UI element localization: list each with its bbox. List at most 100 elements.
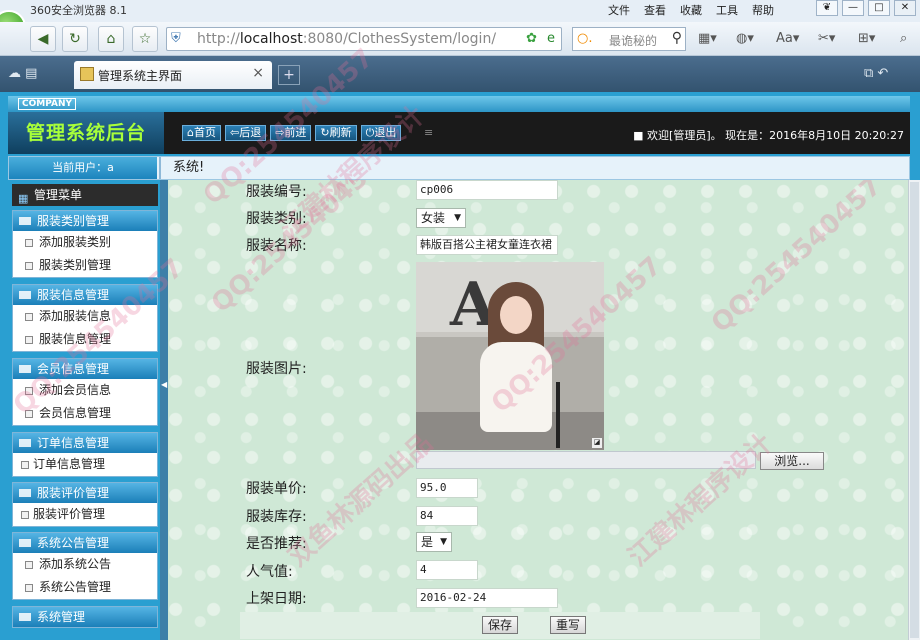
translate-icon[interactable]: Aa▾ [776,31,799,46]
recommend-label: 是否推荐: [246,536,307,552]
recommend-select[interactable]: 是 ▼ [416,532,452,552]
sidebar-item-manage-order[interactable]: 订单信息管理 [13,453,157,476]
file-path-field[interactable] [416,451,756,469]
close-window-button[interactable]: ✕ [894,0,916,16]
group-title[interactable]: 系统管理 [13,607,157,627]
group-icon [19,489,31,497]
engine-icon[interactable]: e [547,31,555,46]
doc-icon [25,410,33,418]
sidebar-item-add-member[interactable]: 添加会员信息 [13,379,157,402]
skin-button[interactable]: ❦ [816,0,838,16]
group-icon [19,439,31,447]
home-button[interactable]: ⌂ [98,26,124,52]
favorite-button[interactable]: ☆ [132,26,158,52]
screenshot-icon[interactable]: ✂▾ [818,31,835,46]
watermark: QQ:254540457 [705,180,888,339]
date-field[interactable]: 2016-02-24 [416,588,558,608]
shield-extension-icon[interactable]: ◍▾ [736,31,754,46]
image-label: 服装图片: [246,361,307,377]
browse-button[interactable]: 浏览... [760,452,824,470]
scrollbar-thumb[interactable] [910,182,919,638]
group-title[interactable]: 系统公告管理 [13,533,157,553]
vertical-scrollbar[interactable] [908,180,920,640]
address-bar[interactable]: ⛨ http://localhost:8080/ClothesSystem/lo… [166,27,562,51]
group-title[interactable]: 订单信息管理 [13,433,157,453]
group-title[interactable]: 会员信息管理 [13,359,157,379]
maximize-button[interactable]: □ [868,0,890,16]
sidebar-item-add-notice[interactable]: 添加系统公告 [13,553,157,576]
search-input[interactable]: 最诡秘的 [609,32,657,49]
home-nav-button[interactable]: ⌂首页 [182,125,221,141]
address-url[interactable]: http://localhost:8080/ClothesSystem/logi… [197,31,496,47]
sidebar-item-manage-category[interactable]: 服装类别管理 [13,254,157,277]
chevron-down-icon: ▼ [440,537,447,547]
code-field[interactable]: cp006 [416,180,558,200]
browser-menubar: 文件 查看 收藏 工具 帮助 [608,2,774,18]
refresh-icon: ↻ [69,31,81,47]
menu-view[interactable]: 查看 [644,2,666,18]
back-nav-button[interactable]: ⇦后退 [224,125,267,141]
stock-label: 服装库存: [246,509,307,525]
compat-mode-icon[interactable]: ✿ [526,31,537,46]
menu-tools[interactable]: 工具 [716,2,738,18]
logout-button[interactable]: ⏻退出 [360,125,402,141]
search-engine-icon[interactable]: ○. [577,31,592,46]
group-icon [19,365,31,373]
apps-icon[interactable]: ▦▾ [698,31,717,46]
refresh-button[interactable]: ↻ [62,26,88,52]
sidebar-item-add-category[interactable]: 添加服装类别 [13,231,157,254]
group-title[interactable]: 服装类别管理 [13,211,157,231]
header-separator: ≡ [424,126,434,139]
price-field[interactable]: 95.0 [416,478,478,498]
header-toolbar: ⌂首页 ⇦后退 ⇨前进 ↻刷新 ⏻退出 [182,125,402,141]
save-button[interactable]: 保存 [482,616,518,634]
minimize-button[interactable]: — [842,0,864,16]
refresh-nav-button[interactable]: ↻刷新 [315,125,357,141]
sidebar-item-manage-clothes[interactable]: 服装信息管理 [13,328,157,351]
doc-icon [25,336,33,344]
sidebar-item-manage-member[interactable]: 会员信息管理 [13,402,157,425]
popularity-label: 人气值: [246,564,293,580]
menu-favorites[interactable]: 收藏 [680,2,702,18]
more-icon[interactable]: ⌕ [900,31,907,46]
cloud-icon[interactable]: ☁ ▤ [8,66,37,81]
category-select[interactable]: 女装 ▼ [416,208,466,228]
banner-strip: COMPANY [8,96,910,112]
sidebar-item-manage-review[interactable]: 服装评价管理 [13,503,157,526]
game-icon[interactable]: ⊞▾ [858,31,875,46]
group-member-info: 会员信息管理 添加会员信息 会员信息管理 [12,358,158,426]
doc-icon [25,239,33,247]
group-title[interactable]: 服装信息管理 [13,285,157,305]
menu-title: ▦ 管理菜单 [12,184,158,206]
date-label: 上架日期: [246,591,307,607]
tab-admin-main[interactable]: 管理系统主界面 × [74,61,272,89]
collapse-arrow-icon[interactable]: ◀ [161,380,167,389]
tab-tools-icon[interactable]: ⧉ ↶ [864,66,888,81]
menu-help[interactable]: 帮助 [752,2,774,18]
name-field[interactable]: 韩版百搭公主裙女童连衣裙 [416,235,558,255]
menu-file[interactable]: 文件 [608,2,630,18]
shield-icon: ⛨ [171,31,181,46]
menu-grid-icon: ▦ [18,192,29,205]
back-button[interactable]: ◀ [30,26,56,52]
browser-navbar: ◀ ↻ ⌂ ☆ ⛨ http://localhost:8080/ClothesS… [0,22,920,56]
search-box[interactable]: ○. 最诡秘的 ⚲ [572,27,686,51]
tab-close-icon[interactable]: × [252,65,264,81]
category-label: 服装类别: [246,211,307,227]
new-tab-button[interactable]: + [278,65,300,85]
sidebar: ▦ 管理菜单 服装类别管理 添加服装类别 服装类别管理 服装信息管理 添加服装信息… [8,180,160,640]
doc-icon [25,262,33,270]
sidebar-item-add-clothes[interactable]: 添加服装信息 [13,305,157,328]
sidebar-splitter[interactable]: ◀ [160,180,168,640]
group-title[interactable]: 服装评价管理 [13,483,157,503]
search-icon[interactable]: ⚲ [672,30,682,46]
forward-nav-button[interactable]: ⇨前进 [270,125,312,141]
reset-button[interactable]: 重写 [550,616,586,634]
stock-field[interactable]: 84 [416,506,478,526]
doc-icon [25,561,33,569]
popularity-field[interactable]: 4 [416,560,478,580]
clothes-photo: A ◪ [416,262,604,450]
browser-app-title: 360安全浏览器 8.1 [30,4,127,17]
welcome-text: ■ 欢迎[管理员]。 现在是：2016年8月10日 20:20:27 [633,129,904,142]
sidebar-item-manage-notice[interactable]: 系统公告管理 [13,576,157,599]
